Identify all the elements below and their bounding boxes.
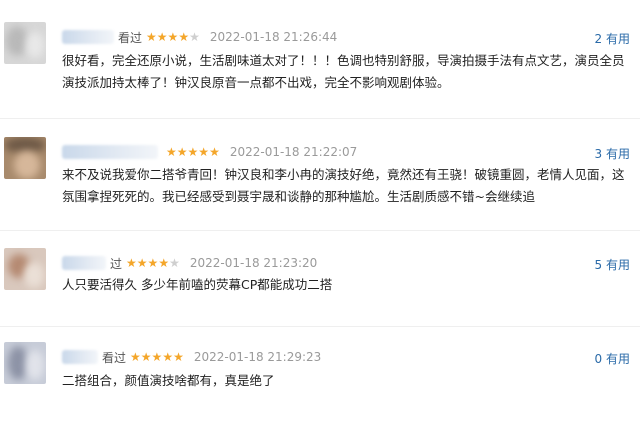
star-icon: ★ (162, 350, 174, 364)
star-icon: ★ (169, 256, 180, 270)
review-content: 二搭组合，颜值演技啥都有，真是绝了 (62, 373, 275, 388)
useful-count-link[interactable]: 2 有用 (595, 30, 630, 47)
username[interactable] (62, 30, 114, 44)
username[interactable] (62, 145, 158, 159)
rating-stars: ★ ★ ★ ★ ★ (166, 146, 220, 158)
star-icon: ★ (158, 256, 170, 270)
rating-stars: ★ ★ ★ ★ ★ (146, 31, 200, 43)
star-icon: ★ (147, 256, 159, 270)
star-icon: ★ (173, 350, 184, 364)
review-content: 人只要活得久 多少年前嗑的荧幕CP都能成功二搭 (62, 277, 333, 292)
star-icon: ★ (176, 145, 188, 159)
avatar[interactable] (4, 22, 46, 64)
star-icon: ★ (198, 145, 210, 159)
useful-count-link[interactable]: 5 有用 (595, 256, 630, 273)
star-icon: ★ (166, 145, 177, 159)
review-time: 2022-01-18 21:23:20 (189, 256, 318, 270)
divider (0, 326, 640, 327)
review-time: 2022-01-18 21:26:44 (209, 30, 338, 44)
star-icon: ★ (167, 30, 179, 44)
avatar[interactable] (4, 248, 46, 290)
review-time: 2022-01-18 21:22:07 (229, 145, 358, 159)
avatar[interactable] (4, 342, 46, 384)
star-icon: ★ (130, 350, 141, 364)
divider (0, 118, 640, 119)
review-meta: 看过 ★ ★ ★ ★ ★ 2022-01-18 21:29:23 (62, 348, 321, 366)
review-meta: ★ ★ ★ ★ ★ 2022-01-18 21:22:07 (62, 143, 357, 161)
review-content: 很好看，完全还原小说，生活剧味道太对了！！！色调也特别舒服，导演拍摄手法有点文艺… (62, 53, 625, 90)
star-icon: ★ (156, 30, 168, 44)
review-meta: 看过 ★ ★ ★ ★ ★ 2022-01-18 21:26:44 (62, 28, 337, 46)
star-icon: ★ (146, 30, 157, 44)
star-icon: ★ (178, 30, 190, 44)
useful-count-link[interactable]: 0 有用 (595, 350, 630, 367)
divider (0, 230, 640, 231)
useful-count-link[interactable]: 3 有用 (595, 145, 630, 162)
star-icon: ★ (151, 350, 163, 364)
review-content: 来不及说我爱你二搭爷青回！钟汉良和李小冉的演技好绝，竟然还有王骁！破镜重圆，老情… (62, 167, 625, 204)
star-icon: ★ (187, 145, 199, 159)
star-icon: ★ (209, 145, 220, 159)
star-icon: ★ (136, 256, 148, 270)
star-icon: ★ (126, 256, 137, 270)
star-icon: ★ (189, 30, 200, 44)
rating-stars: ★ ★ ★ ★ ★ (126, 257, 180, 269)
rating-stars: ★ ★ ★ ★ ★ (130, 351, 184, 363)
review-time: 2022-01-18 21:29:23 (193, 350, 322, 364)
username[interactable] (62, 256, 106, 270)
star-icon: ★ (140, 350, 152, 364)
watched-label: 过 (110, 256, 123, 271)
review-meta: 过 ★ ★ ★ ★ ★ 2022-01-18 21:23:20 (62, 254, 317, 272)
watched-label: 看过 (102, 350, 127, 365)
username[interactable] (62, 350, 98, 364)
avatar[interactable] (4, 137, 46, 179)
watched-label: 看过 (118, 30, 143, 45)
